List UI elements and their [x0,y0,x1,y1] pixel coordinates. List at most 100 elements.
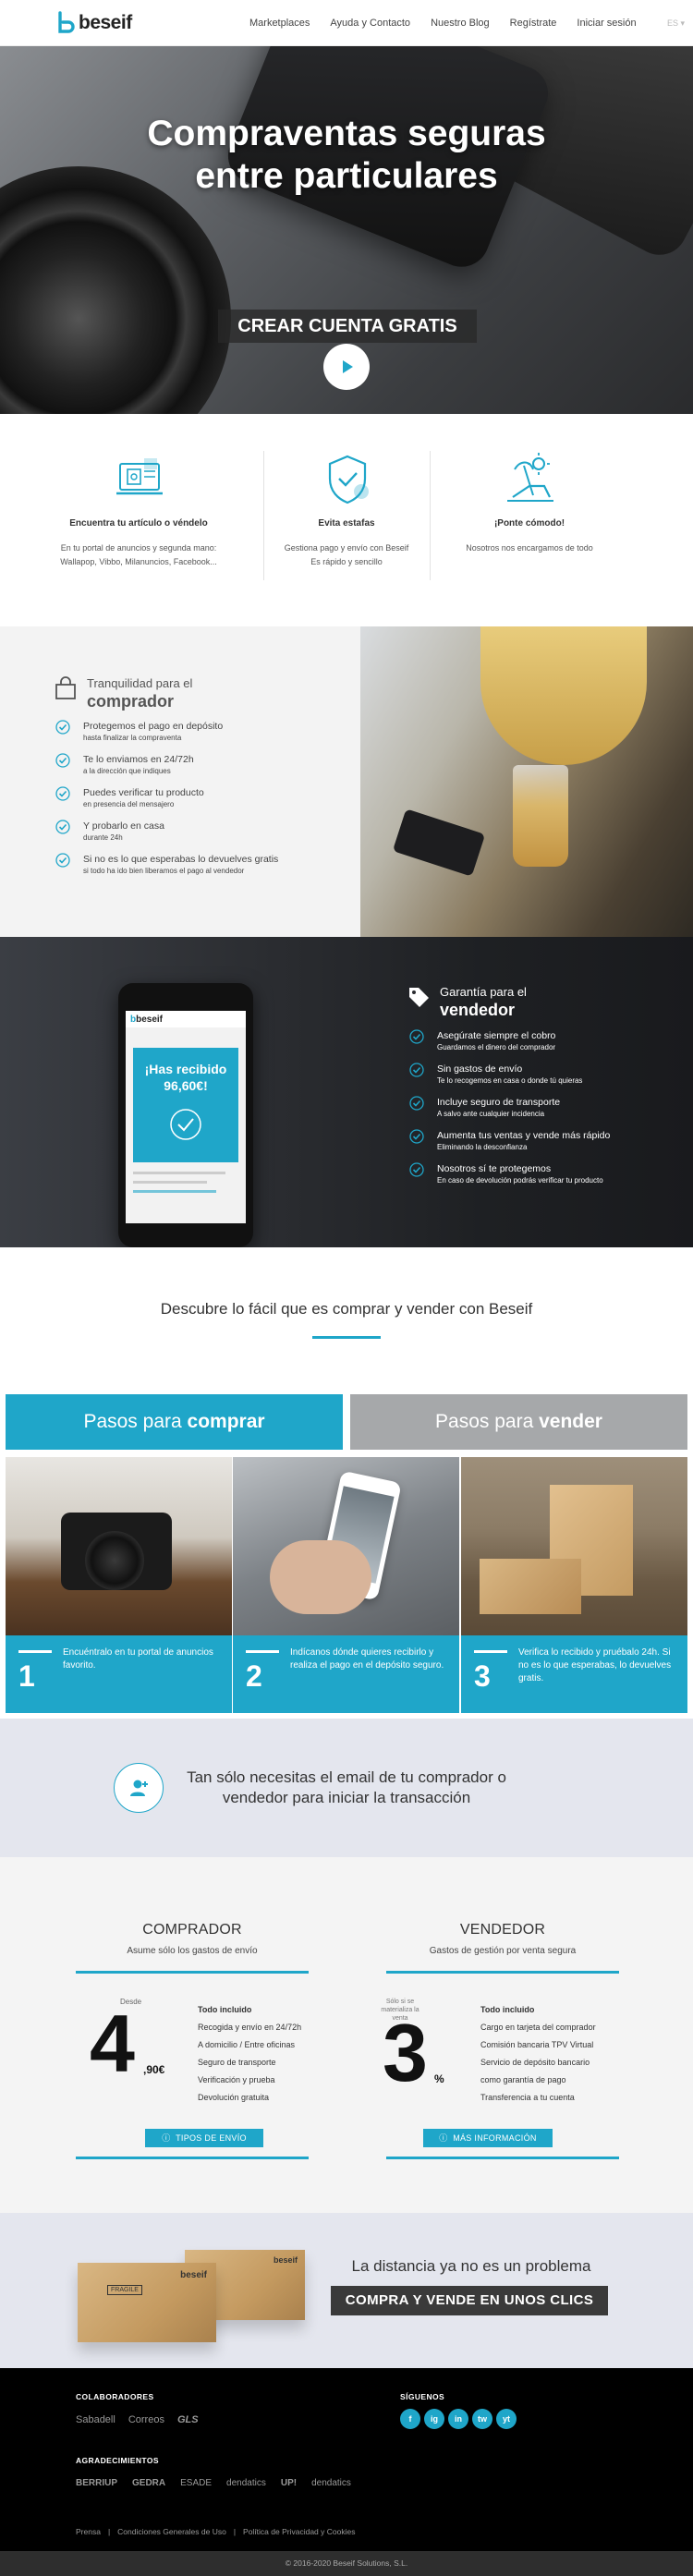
buyer-included-list: Todo incluido Recogida y envío en 24/72h… [198,2001,301,2107]
benefit-main: Puedes verificar tu producto [83,787,204,798]
dendatics-logo[interactable]: dendatics [226,2478,266,2488]
benefit-sub: Guardamos el dinero del comprador [437,1043,556,1051]
fragile-label: FRAGILE [107,2285,142,2295]
esade-logo[interactable]: ESADE [180,2478,212,2488]
footer-links: Prensa | Condiciones Generales de Uso | … [76,2527,355,2536]
play-video-button[interactable] [323,344,370,390]
benefit-main: Incluye seguro de transporte [437,1097,561,1108]
step-number: 1 [18,1659,35,1693]
camera-lens-image [85,1531,144,1590]
up-logo[interactable]: UP! [281,2478,297,2488]
tab-steps-buy[interactable]: Pasos para comprar [6,1394,343,1450]
list-item: Te lo enviamos en 24/72h a la dirección q… [55,753,278,776]
list-item: Incluye seguro de transporte A salvo ante… [409,1096,610,1119]
pricing-buyer-title: COMPRADOR [142,1922,242,1938]
correos-logo[interactable]: Correos [128,2414,164,2425]
seller-included-list: Todo incluido Cargo en tarjeta del compr… [480,2001,596,2107]
feature-desc-line1: Nosotros nos encargamos de todo [466,543,593,553]
linkedin-icon[interactable]: in [448,2409,468,2429]
nav-login[interactable]: Iniciar sesión [577,18,636,29]
box-image [480,1559,581,1614]
language-selector[interactable]: ES ▾ [667,18,685,29]
distance-banner: beseif beseif FRAGILE La distancia ya no… [0,2213,693,2368]
list-item: Sin gastos de envío Te lo recogemos en ca… [409,1063,610,1086]
feature-title: ¡Ponte cómodo! [493,518,565,529]
received-msg-2: 96,60€! [164,1078,208,1093]
more-info-button[interactable]: ⓘ MÁS INFORMACIÓN [423,2129,553,2147]
youtube-icon[interactable]: yt [496,2409,517,2429]
press-link[interactable]: Prensa [76,2527,101,2536]
check-icon [409,1029,424,1044]
email-banner-line1: Tan sólo necesitas el email de tu compra… [187,1768,506,1786]
tab-buy-bold: comprar [187,1411,265,1432]
benefit-main: Si no es lo que esperabas lo devuelves g… [83,854,279,865]
buyer-price-big: 4 [90,1998,135,2089]
pricing-rule [386,2157,619,2159]
create-account-button[interactable]: CREAR CUENTA GRATIS [218,310,477,343]
nav-register[interactable]: Regístrate [510,18,557,29]
seller-title-2: vendedor [440,1001,516,1019]
benefit-sub: durante 24h [83,833,123,842]
phone-logo-text: beseif [136,1014,164,1025]
step-text: Verifica lo recibido y pruébalo 24h. Si … [518,1647,672,1683]
terms-link[interactable]: Condiciones Generales de Uso [117,2527,226,2536]
list-item: Seguro de transporte [198,2058,276,2067]
nav-help-contact[interactable]: Ayuda y Contacto [330,18,410,29]
laptop-shop-icon [116,458,163,495]
list-item: Protegemos el pago en depósito hasta fina… [55,720,278,743]
separator: | [233,2527,237,2536]
benefit-sub: Te lo recogemos en casa o donde tú quier… [437,1076,583,1085]
buyer-photo-cup [513,765,568,867]
logo-b-icon [58,11,75,33]
phone-hands-photo [233,1457,459,1635]
pricing-rule [76,2157,309,2159]
dendatics-logo-2[interactable]: dendatics [311,2478,351,2488]
facebook-icon[interactable]: f [400,2409,420,2429]
pricing-seller: VENDEDOR Gastos de gestión por venta seg… [386,1922,619,1974]
list-item: Y probarlo en casa durante 24h [55,820,278,843]
buyer-title-2: comprador [87,692,175,711]
tab-steps-sell[interactable]: Pasos para vender [350,1394,687,1450]
list-item: Cargo en tarjeta del comprador [480,2023,596,2032]
placeholder-line [133,1190,216,1193]
step-band: 3 Verifica lo recibido y pruébalo 24h. S… [461,1635,687,1713]
list-item: Recogida y envío en 24/72h [198,2023,302,2032]
step-text: Indícanos dónde quieres recibirlo y real… [290,1647,444,1671]
benefit-sub: A salvo ante cualquier incidencia [437,1110,545,1118]
step-band: 2 Indícanos dónde quieres recibirlo y re… [233,1635,459,1713]
step-band: 1 Encuéntralo en tu portal de anuncios f… [6,1635,232,1713]
nav-marketplaces[interactable]: Marketplaces [249,18,310,29]
shipping-types-button[interactable]: ⓘ TIPOS DE ENVÍO [145,2129,263,2147]
buy-sell-cta-button[interactable]: COMPRA Y VENDE EN UNOS CLICS [331,2286,608,2315]
seller-price-big: 3 [383,2007,428,2098]
seller-section: b beseif ¡Has recibido 96,60€! Garantía p… [0,937,693,1247]
discover-title: Descubre lo fácil que es comprar y vende… [160,1300,533,1318]
hero: Compraventas seguras entre particulares … [0,46,693,414]
twitter-icon[interactable]: tw [472,2409,492,2429]
sabadell-logo[interactable]: Sabadell [76,2414,116,2425]
privacy-link[interactable]: Política de Privacidad y Cookies [243,2527,355,2536]
main-nav: Marketplaces Ayuda y Contacto Nuestro Bl… [249,18,637,29]
check-circle-icon [170,1109,201,1140]
more-info-label: MÁS INFORMACIÓN [453,2133,537,2143]
gls-logo[interactable]: GLS [177,2414,199,2425]
instagram-icon[interactable]: ig [424,2409,444,2429]
camera-photo [6,1457,232,1635]
gedra-logo[interactable]: GEDRA [132,2478,165,2488]
buyer-section: Tranquilidad para el comprador Protegemo… [0,626,693,937]
check-icon [55,720,70,735]
benefit-main: Protegemos el pago en depósito [83,721,224,732]
list-item: Transferencia a tu cuenta [480,2093,575,2102]
check-icon [409,1063,424,1077]
logo[interactable]: beseif [57,9,132,37]
berriup-logo[interactable]: BERRIUP [76,2478,117,2488]
camera-lens-image [0,166,231,414]
nav-blog[interactable]: Nuestro Blog [431,18,490,29]
header: beseif Marketplaces Ayuda y Contacto Nue… [0,0,693,46]
feature-title: Encuentra tu artículo o véndelo [69,518,208,529]
list-item: Servicio de depósito bancario [480,2058,590,2067]
footer: COLABORADORES Sabadell Correos GLS SÍGUE… [0,2368,693,2551]
tab-sell-label: Pasos para [435,1411,540,1432]
benefit-sub: si todo ha ido bien liberamos el pago al… [83,867,245,875]
list-item: Devolución gratuita [198,2093,270,2102]
